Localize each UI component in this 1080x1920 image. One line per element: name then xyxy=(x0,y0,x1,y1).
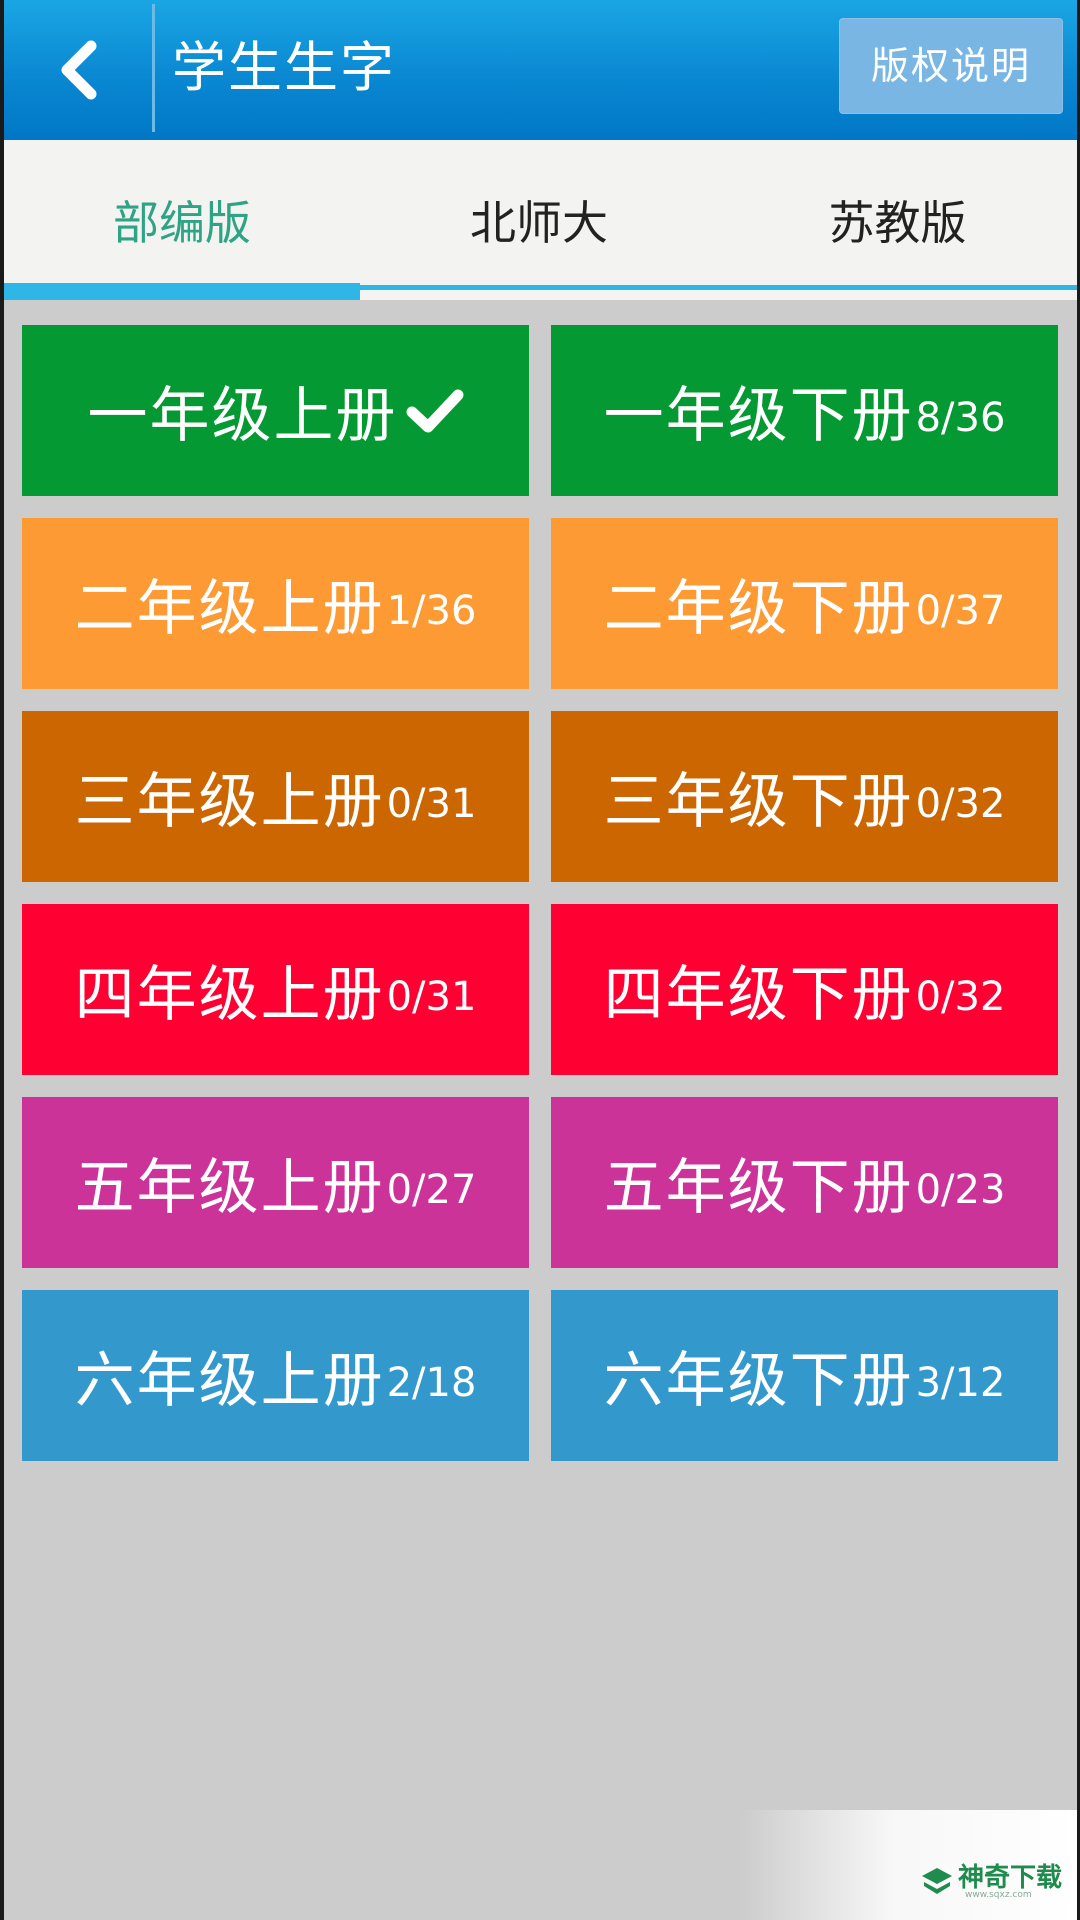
check-icon xyxy=(406,389,463,432)
grade-button[interactable]: 六年级上册 2/18 xyxy=(22,1290,529,1461)
progress-count: 0/27 xyxy=(386,1166,477,1213)
grade-name: 六年级下册 xyxy=(603,1346,914,1416)
edition-tabs: 部编版 北师大 苏教版 xyxy=(4,140,1077,300)
grade-button[interactable]: 二年级上册 1/36 xyxy=(22,518,529,689)
tab-sujiao[interactable]: 苏教版 xyxy=(718,140,1077,285)
watermark-url: www.sqxz.com xyxy=(965,1890,1032,1900)
grade-button[interactable]: 六年级下册 3/12 xyxy=(551,1290,1058,1461)
grade-name: 四年级下册 xyxy=(603,960,914,1030)
progress-count: 8/36 xyxy=(915,394,1006,441)
tab-beishida[interactable]: 北师大 xyxy=(360,140,718,285)
grade-name: 二年级上册 xyxy=(74,574,385,644)
header-divider xyxy=(152,4,155,132)
copyright-button[interactable]: 版权说明 xyxy=(839,18,1063,114)
grade-button[interactable]: 三年级下册 0/32 xyxy=(551,711,1058,882)
progress-count: 1/36 xyxy=(386,587,477,634)
grade-button[interactable]: 一年级上册 xyxy=(22,325,529,496)
grade-button[interactable]: 三年级上册 0/31 xyxy=(22,711,529,882)
tab-bubian[interactable]: 部编版 xyxy=(4,140,360,285)
progress-count: 0/37 xyxy=(915,587,1006,634)
grade-name: 三年级下册 xyxy=(603,767,914,837)
grade-name: 一年级下册 xyxy=(603,381,914,451)
grade-button[interactable]: 五年级上册 0/27 xyxy=(22,1097,529,1268)
progress-count: 0/32 xyxy=(915,780,1006,827)
grade-button[interactable]: 二年级下册 0/37 xyxy=(551,518,1058,689)
grade-name: 五年级上册 xyxy=(74,1153,385,1223)
grade-button[interactable]: 五年级下册 0/23 xyxy=(551,1097,1058,1268)
grade-name: 二年级下册 xyxy=(603,574,914,644)
app-header: 学生生字 版权说明 xyxy=(4,0,1077,140)
grade-name: 一年级上册 xyxy=(87,381,398,451)
progress-count: 0/23 xyxy=(915,1166,1006,1213)
back-button[interactable] xyxy=(34,22,124,118)
progress-count: 2/18 xyxy=(386,1359,477,1406)
progress-count: 0/31 xyxy=(386,973,477,1020)
grade-button[interactable]: 四年级下册 0/32 xyxy=(551,904,1058,1075)
sqxz-logo-icon xyxy=(922,1868,952,1894)
page-title: 学生生字 xyxy=(172,36,396,99)
active-tab-indicator xyxy=(4,283,360,300)
grade-name: 四年级上册 xyxy=(74,960,385,1030)
grade-name: 三年级上册 xyxy=(74,767,385,837)
grade-button[interactable]: 一年级下册 8/36 xyxy=(551,325,1058,496)
chevron-left-icon xyxy=(61,40,97,100)
progress-count: 0/32 xyxy=(915,973,1006,1020)
progress-count: 3/12 xyxy=(915,1359,1006,1406)
grade-button[interactable]: 四年级上册 0/31 xyxy=(22,904,529,1075)
grade-name: 六年级上册 xyxy=(74,1346,385,1416)
grade-name: 五年级下册 xyxy=(603,1153,914,1223)
progress-count: 0/31 xyxy=(386,780,477,827)
